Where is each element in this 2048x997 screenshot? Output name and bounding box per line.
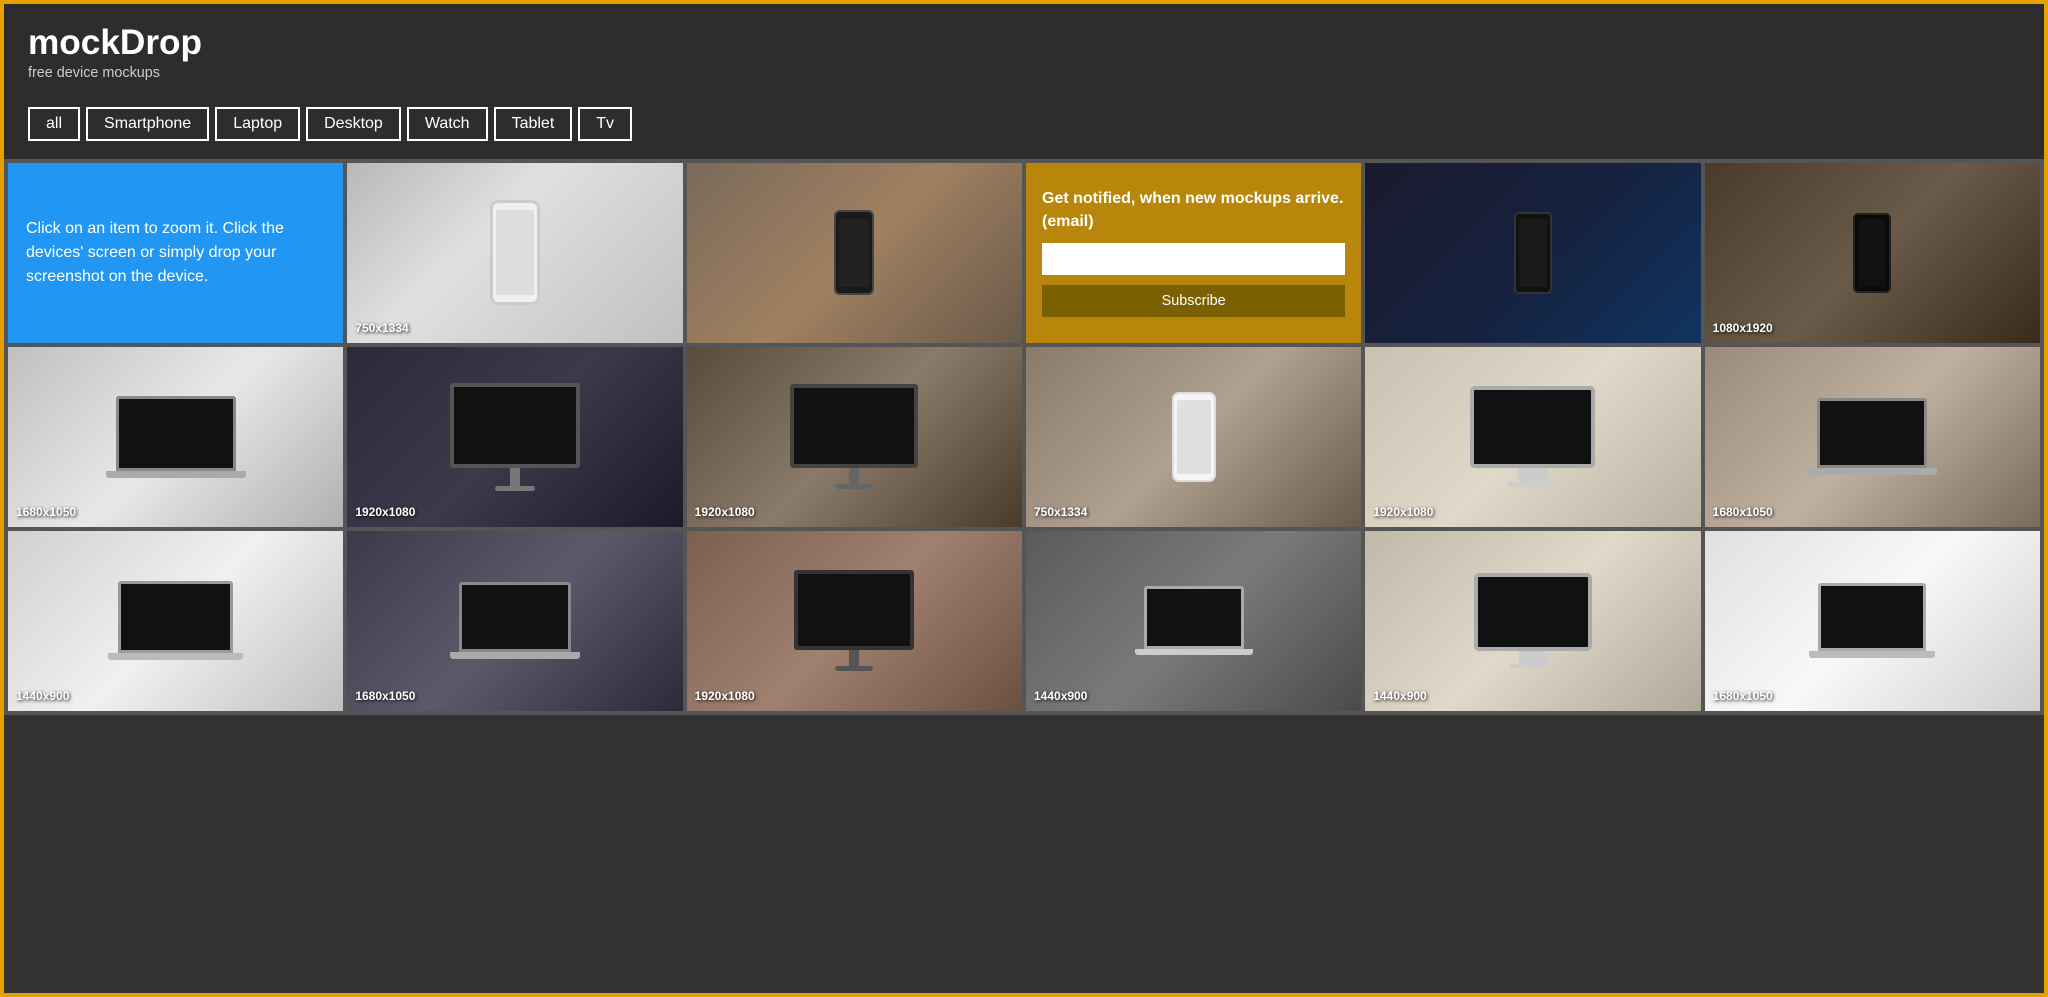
filter-tablet-button[interactable]: Tablet [494,107,573,141]
size-label-10: 1680x1050 [355,689,415,703]
size-label-4: 1920x1080 [355,505,415,519]
mockup-phone-white-hand[interactable]: 750x1334 [347,163,682,343]
mockup-laptop-desk[interactable]: 1680x1050 [8,347,343,527]
size-label-9: 1440x900 [16,689,69,703]
filter-laptop-button[interactable]: Laptop [215,107,300,141]
size-label-5: 1920x1080 [695,505,755,519]
size-label-13: 1440x900 [1373,689,1426,703]
filter-watch-button[interactable]: Watch [407,107,488,141]
filter-tv-button[interactable]: Tv [578,107,632,141]
mockup-phone-table[interactable] [687,163,1022,343]
site-header: mockDrop free device mockups [4,4,2044,97]
notify-box: Get notified, when new mockups arrive. (… [1026,163,1361,343]
size-label-12: 1440x900 [1034,689,1087,703]
size-label-7: 1920x1080 [1373,505,1433,519]
subscribe-button[interactable]: Subscribe [1042,285,1345,317]
filter-bar: all Smartphone Laptop Desktop Watch Tabl… [4,97,2044,159]
mockup-monitor-table[interactable]: 1920x1080 [687,347,1022,527]
mockup-phone-vr[interactable] [1365,163,1700,343]
mockup-phone-dark-hands[interactable]: 1080x1920 [1705,163,2040,343]
size-label-6: 750x1334 [1034,505,1087,519]
size-label-8: 1680x1050 [1713,505,1773,519]
mockup-imac-desk[interactable]: 1920x1080 [1365,347,1700,527]
mockup-phone-coffee[interactable]: 750x1334 [1026,347,1361,527]
site-subtitle: free device mockups [28,65,2020,81]
notify-heading: Get notified, when new mockups arrive. (… [1042,188,1345,233]
size-label: 750x1334 [355,321,408,335]
filter-desktop-button[interactable]: Desktop [306,107,401,141]
info-box: Click on an item to zoom it. Click the d… [8,163,343,343]
mockup-imac-desk2[interactable]: 1440x900 [1365,531,1700,711]
size-label-3: 1680x1050 [16,505,76,519]
mockup-monitor-large[interactable]: 1920x1080 [347,347,682,527]
size-label-14: 1680x1050 [1713,689,1773,703]
site-title: mockDrop [28,24,2020,63]
mockup-laptop-notebook[interactable]: 1440x900 [8,531,343,711]
mockup-monitor-dark[interactable]: 1920x1080 [687,531,1022,711]
mockup-laptop-working[interactable]: 1680x1050 [1705,531,2040,711]
mockup-laptop-person[interactable]: 1680x1050 [1705,347,2040,527]
mockup-laptop-sofa[interactable]: 1680x1050 [347,531,682,711]
filter-all-button[interactable]: all [28,107,80,141]
info-text: Click on an item to zoom it. Click the d… [26,217,325,289]
notify-email-input[interactable] [1042,243,1345,275]
mockup-grid: Click on an item to zoom it. Click the d… [4,159,2044,715]
size-label-2: 1080x1920 [1713,321,1773,335]
size-label-11: 1920x1080 [695,689,755,703]
filter-smartphone-button[interactable]: Smartphone [86,107,209,141]
mockup-laptop-window[interactable]: 1440x900 [1026,531,1361,711]
